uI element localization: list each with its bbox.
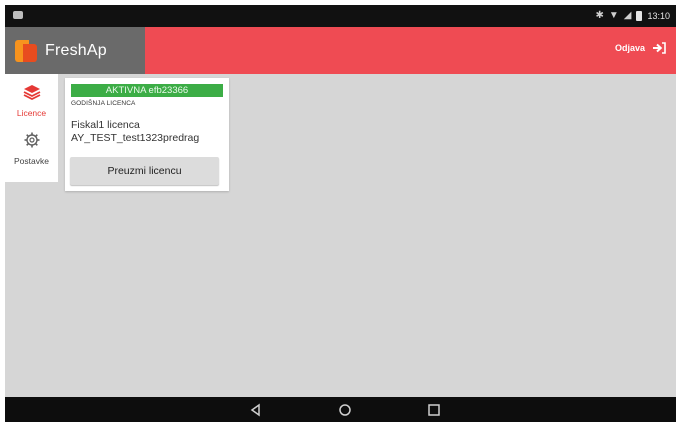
license-card: AKTIVNA efb23366 GODIŠNJA LICENCA Fiskal… — [65, 78, 229, 191]
layers-icon — [23, 85, 40, 101]
status-icons: ✱ ▼ ◢ 13:10 — [595, 10, 670, 22]
gear-icon — [24, 132, 39, 148]
logout-icon — [653, 42, 666, 54]
sidebar-item-label: Postavke — [14, 156, 49, 166]
download-license-button[interactable]: Preuzmi licencu — [70, 157, 219, 185]
wifi-icon: ▼ — [608, 10, 619, 21]
system-nav-bar — [5, 397, 676, 422]
home-icon[interactable] — [337, 402, 353, 418]
brand: FreshAp — [5, 27, 145, 74]
license-name: Fiskal1 licenca — [71, 119, 140, 131]
status-bar: ✱ ▼ ◢ 13:10 — [5, 5, 676, 27]
logout-label: Odjava — [614, 43, 645, 53]
app-bar: FreshAp Odjava — [5, 27, 676, 74]
back-icon[interactable] — [248, 402, 264, 418]
sidebar: Licence Postavke — [5, 74, 58, 182]
sidebar-item-licence[interactable]: Licence — [5, 84, 58, 118]
logout-button[interactable]: Odjava — [615, 42, 666, 54]
signal-icon: ◢ — [623, 10, 632, 21]
clock: 13:10 — [647, 11, 670, 21]
license-type: GODIŠNJA LICENCA — [71, 100, 136, 107]
sidebar-item-postavke[interactable]: Postavke — [5, 132, 58, 166]
app-logo-icon — [15, 39, 37, 62]
license-user: AY_TEST_test1323predrag — [71, 132, 200, 144]
battery-icon — [636, 11, 643, 21]
app-title: FreshAp — [45, 41, 107, 59]
bluetooth-icon: ✱ — [595, 10, 604, 21]
notification-icon — [13, 11, 23, 19]
tablet-screen: ✱ ▼ ◢ 13:10 FreshAp Odjava Licence Posta… — [5, 5, 676, 422]
recents-icon[interactable] — [426, 402, 442, 418]
sidebar-item-label: Licence — [16, 108, 47, 118]
status-badge: AKTIVNA efb23366 — [71, 84, 223, 97]
